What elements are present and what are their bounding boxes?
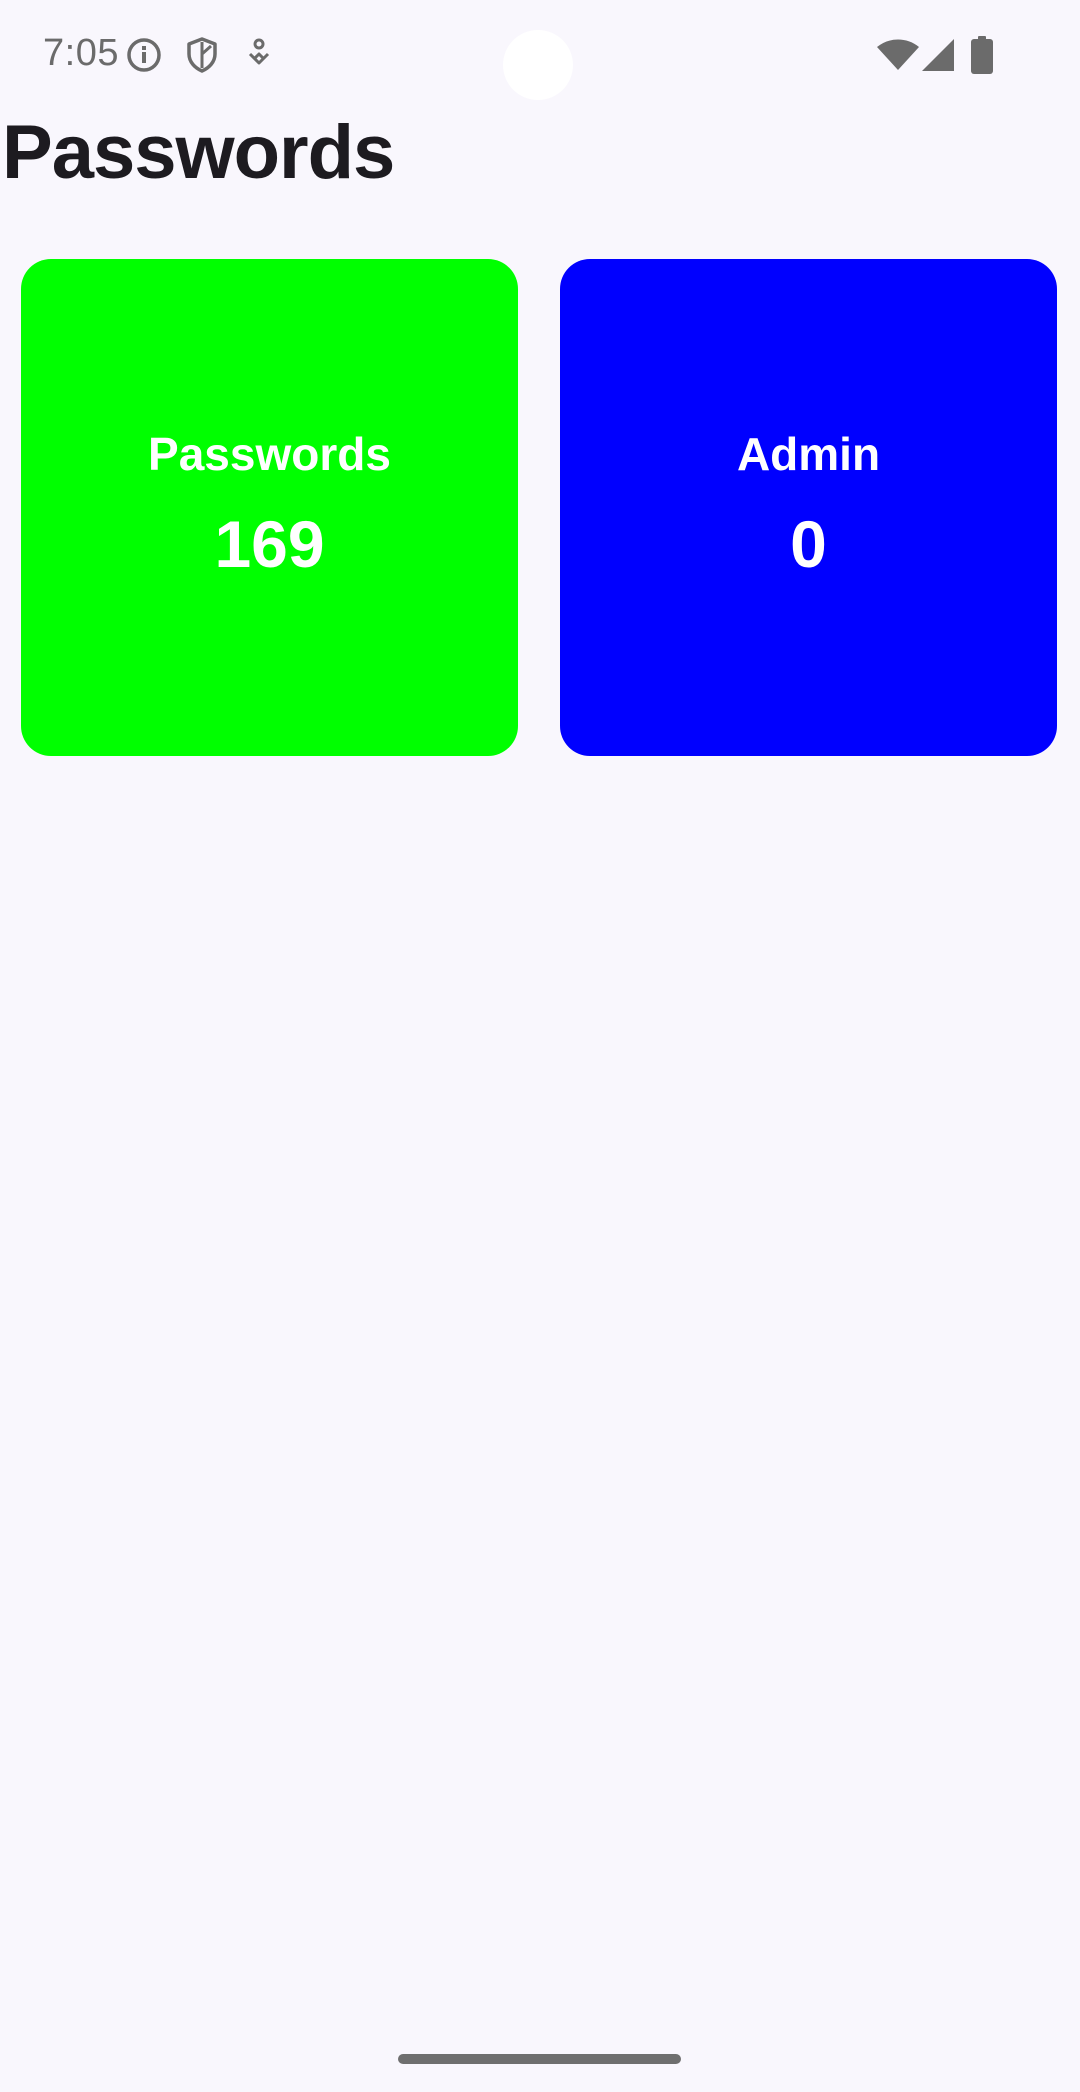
admin-card-label: Admin [736, 427, 881, 480]
home-indicator[interactable] [398, 2054, 681, 2064]
shield-icon [187, 37, 217, 73]
wifi-icon [877, 39, 919, 70]
status-bar: 7:05 [0, 0, 1080, 110]
passwords-card-label: Passwords [148, 427, 391, 480]
signal-icon [922, 39, 954, 71]
page-title: Passwords [2, 110, 395, 195]
battery-icon [971, 36, 993, 74]
accessibility-icon [248, 38, 270, 65]
passwords-card[interactable]: Passwords 169 [21, 259, 518, 756]
info-icon [127, 38, 161, 72]
camera-cutout [503, 30, 573, 100]
passwords-card-count: 169 [214, 506, 325, 581]
screen: 7:05 Passwords Passwords 169 Admin 0 [0, 0, 1080, 2092]
status-time: 7:05 [43, 32, 119, 74]
admin-card-count: 0 [790, 506, 827, 581]
admin-card[interactable]: Admin 0 [560, 259, 1057, 756]
